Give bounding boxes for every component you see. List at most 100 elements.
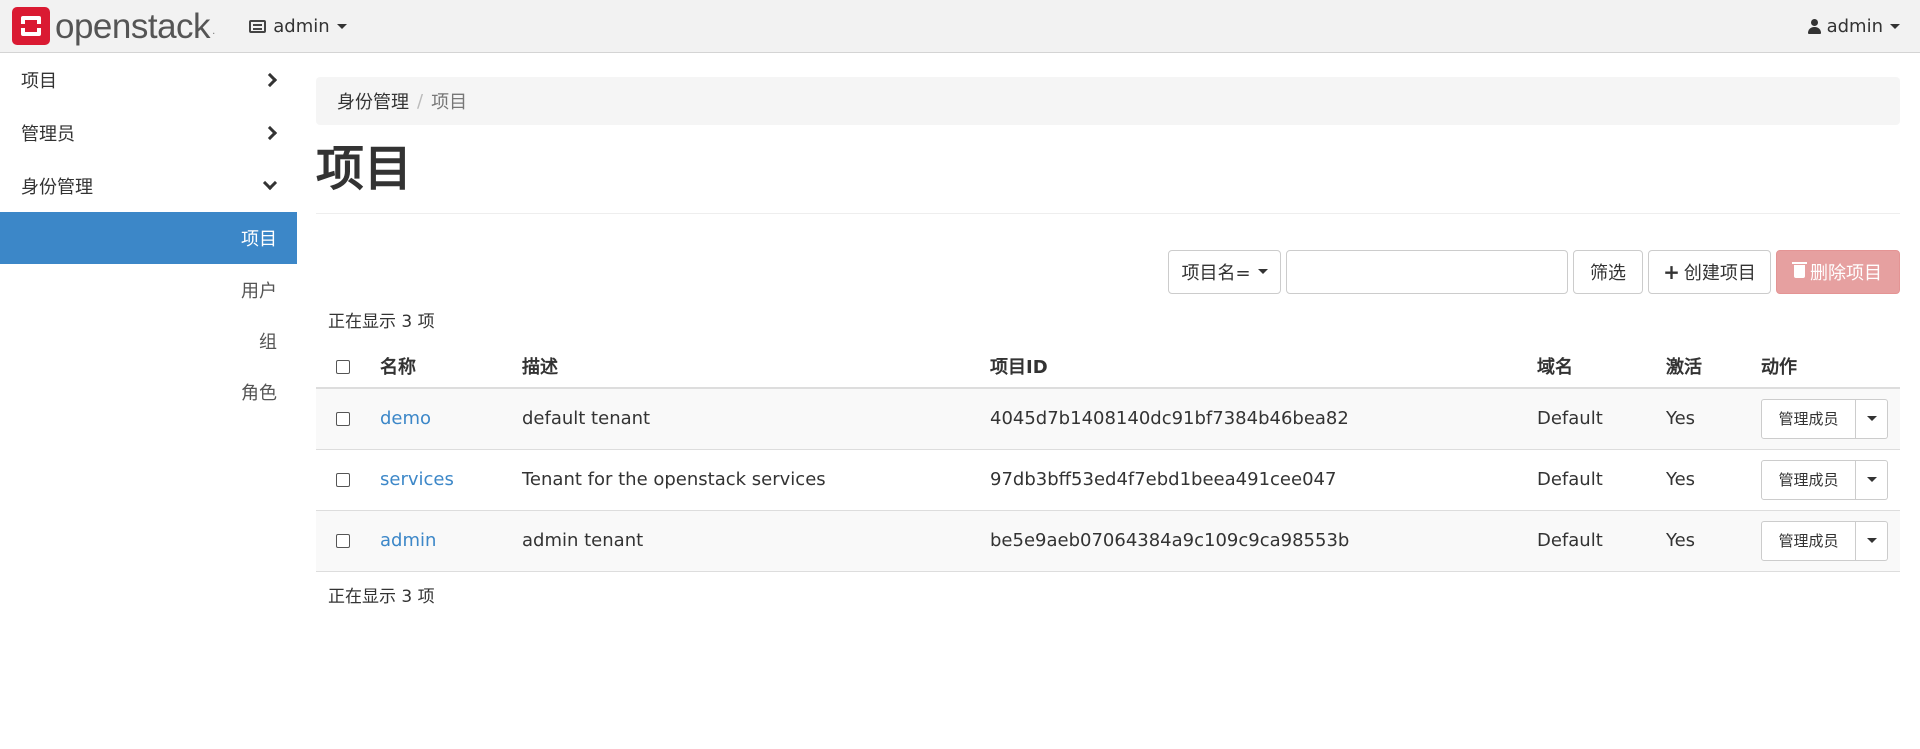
sidebar-item-label: 项目 <box>241 229 277 250</box>
table-actions: 项目名= 筛选 + 创建项目 删除项目 <box>316 249 1900 294</box>
create-project-label: 创建项目 <box>1683 262 1756 284</box>
column-header-enabled[interactable]: 激活 <box>1666 345 1761 389</box>
column-header-domain[interactable]: 域名 <box>1537 345 1666 389</box>
row-actions-dropdown-toggle[interactable] <box>1856 520 1888 561</box>
project-id: 4045d7b1408140dc91bf7384b46bea82 <box>990 388 1537 450</box>
breadcrumb-parent[interactable]: 身份管理 <box>337 88 409 114</box>
sidebar-panel-identity[interactable]: 身份管理 <box>0 159 297 212</box>
sidebar-panel-project[interactable]: 项目 <box>0 53 297 106</box>
row-actions-cell: 管理成员 <box>1761 449 1900 511</box>
sidebar-item-label: 角色 <box>241 382 277 404</box>
plus-icon: + <box>1663 259 1680 284</box>
row-checkbox[interactable] <box>336 473 350 487</box>
trash-icon <box>1792 262 1807 278</box>
caret-down-icon <box>1890 24 1900 29</box>
project-description: Tenant for the openstack services <box>522 449 990 511</box>
row-select-cell <box>316 510 380 572</box>
row-select-cell <box>316 388 380 450</box>
table-row: services Tenant for the openstack servic… <box>316 449 1900 511</box>
manage-members-button[interactable]: 管理成员 <box>1761 520 1856 561</box>
item-count-top: 正在显示 3 项 <box>328 312 435 332</box>
project-enabled: Yes <box>1666 449 1761 511</box>
chevron-right-icon <box>262 72 278 87</box>
server-icon <box>249 19 267 33</box>
table-header-row: 名称 描述 项目ID 域名 激活 动作 <box>316 345 1900 389</box>
sidebar-panel-label: 项目 <box>21 70 57 92</box>
row-actions-cell: 管理成员 <box>1761 510 1900 572</box>
project-description: admin tenant <box>522 510 990 572</box>
create-project-button[interactable]: + 创建项目 <box>1648 249 1771 294</box>
delete-projects-label: 删除项目 <box>1810 262 1882 284</box>
manage-members-button[interactable]: 管理成员 <box>1761 398 1856 439</box>
row-checkbox[interactable] <box>336 412 350 427</box>
row-actions-cell: 管理成员 <box>1761 388 1900 450</box>
sidebar-item-projects[interactable]: 项目 <box>0 212 297 264</box>
sidebar-item-groups[interactable]: 组 <box>0 315 297 366</box>
column-header-description[interactable]: 描述 <box>522 345 990 389</box>
row-actions-dropdown-toggle[interactable] <box>1856 459 1888 500</box>
project-domain: Default <box>1537 510 1666 572</box>
column-header-project-id[interactable]: 项目ID <box>990 345 1537 389</box>
project-name-cell: services <box>380 449 522 511</box>
project-domain: Default <box>1537 449 1666 511</box>
filter-field-dropdown[interactable]: 项目名= <box>1168 249 1281 294</box>
select-all-cell <box>316 345 380 389</box>
user-menu[interactable]: admin <box>1807 0 1900 53</box>
caret-down-icon <box>1257 269 1268 274</box>
filter-field-label: 项目名= <box>1181 262 1251 284</box>
sidebar-panel-admin[interactable]: 管理员 <box>0 106 297 159</box>
top-navbar: openstack . admin admin <box>0 0 1920 53</box>
row-actions-split-button: 管理成员 <box>1761 459 1888 500</box>
user-icon <box>1807 19 1821 34</box>
table-row: admin admin tenant be5e9aeb07064384a9c10… <box>316 510 1900 572</box>
breadcrumb: 身份管理 / 项目 <box>316 77 1900 125</box>
project-description: default tenant <box>522 388 990 450</box>
item-count-bottom: 正在显示 3 项 <box>328 586 435 607</box>
row-actions-split-button: 管理成员 <box>1761 398 1888 439</box>
caret-down-icon <box>1866 477 1877 482</box>
row-checkbox[interactable] <box>336 534 350 548</box>
openstack-logo-icon <box>12 7 50 45</box>
projects-table: 名称 描述 项目ID 域名 激活 动作 demo default tenant … <box>316 345 1900 572</box>
project-name-link[interactable]: demo <box>380 408 431 429</box>
breadcrumb-current: 项目 <box>431 92 468 113</box>
project-name-link[interactable]: services <box>380 469 454 490</box>
select-all-checkbox[interactable] <box>336 359 350 374</box>
sidebar-item-roles[interactable]: 角色 <box>0 366 297 417</box>
chevron-down-icon <box>262 175 278 190</box>
delete-projects-button[interactable]: 删除项目 <box>1776 249 1900 294</box>
row-select-cell <box>316 449 380 511</box>
sidebar-item-users[interactable]: 用户 <box>0 264 297 315</box>
column-header-name[interactable]: 名称 <box>380 345 522 389</box>
caret-down-icon <box>336 23 347 29</box>
filter-button[interactable]: 筛选 <box>1573 249 1643 294</box>
project-id: be5e9aeb07064384a9c109c9ca98553b <box>990 510 1537 572</box>
project-enabled: Yes <box>1666 510 1761 572</box>
chevron-right-icon <box>262 125 278 140</box>
row-actions-dropdown-toggle[interactable] <box>1856 398 1888 439</box>
main-content: 身份管理 / 项目 项目 项目名= 筛选 + 创建项目 删除项目 正在显示 3 … <box>316 53 1900 607</box>
sidebar: 项目 管理员 身份管理 项目 用户 组 角色 <box>0 53 297 749</box>
project-name-cell: admin <box>380 510 522 572</box>
user-name: admin <box>1826 16 1883 37</box>
table-row: demo default tenant 4045d7b1408140dc91bf… <box>316 388 1900 450</box>
sidebar-panel-label: 管理员 <box>21 123 75 145</box>
sidebar-item-label: 组 <box>259 331 277 353</box>
manage-members-button[interactable]: 管理成员 <box>1761 459 1856 500</box>
column-header-actions: 动作 <box>1761 345 1900 389</box>
sidebar-item-label: 用户 <box>241 280 277 302</box>
project-name: admin <box>273 15 330 37</box>
caret-down-icon <box>1866 416 1877 422</box>
brand-logo-link[interactable]: openstack . <box>12 0 215 53</box>
project-domain: Default <box>1537 388 1666 450</box>
row-actions-split-button: 管理成员 <box>1761 520 1888 561</box>
project-name-cell: demo <box>380 388 522 450</box>
project-name-link[interactable]: admin <box>380 530 436 551</box>
project-id: 97db3bff53ed4f7ebd1beea491cee047 <box>990 449 1537 511</box>
page-title: 项目 <box>316 145 1900 214</box>
project-enabled: Yes <box>1666 388 1761 450</box>
brand-trademark: . <box>212 25 216 37</box>
breadcrumb-separator: / <box>417 90 424 112</box>
project-switcher[interactable]: admin <box>249 0 347 53</box>
filter-input[interactable] <box>1286 249 1568 294</box>
